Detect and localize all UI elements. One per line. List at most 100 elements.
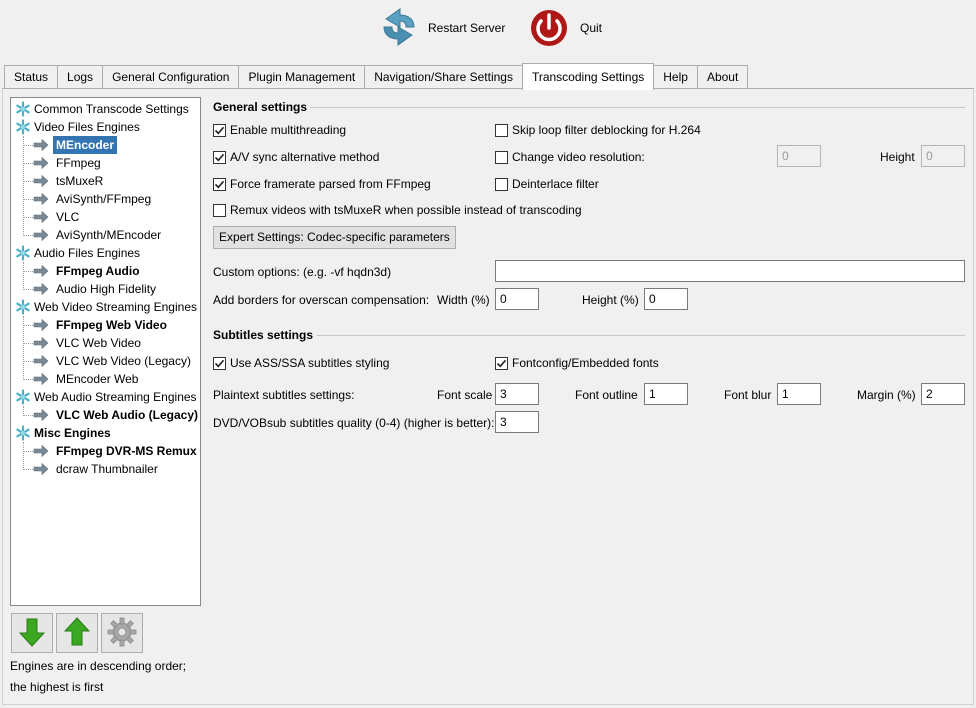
gear-icon <box>107 617 137 650</box>
tree-engine-item[interactable]: tsMuxeR <box>11 172 200 190</box>
checkmark-icon <box>214 180 225 188</box>
engine-settings-button[interactable] <box>101 613 143 653</box>
tab-status[interactable]: Status <box>4 65 59 89</box>
arrow-right-icon <box>33 335 49 351</box>
tree-engine-item[interactable]: AviSynth/MEncoder <box>11 226 200 244</box>
checkbox-label: A/V sync alternative method <box>230 150 380 164</box>
engine-tree[interactable]: Common Transcode Settings Video Files Eng… <box>10 97 201 606</box>
arrow-right-icon <box>33 263 49 279</box>
subtitles-settings-title: Subtitles settings <box>213 328 314 342</box>
checkbox-box[interactable] <box>495 356 508 370</box>
font-scale-field[interactable]: 3 <box>495 383 539 405</box>
font-blur-field[interactable]: 1 <box>777 383 821 405</box>
tab-about[interactable]: About <box>696 65 749 89</box>
arrow-right-icon <box>33 371 49 387</box>
tree-engine-item[interactable]: FFmpeg Web Video <box>11 316 200 334</box>
overscan-width-field[interactable]: 0 <box>495 288 539 310</box>
tree-engine-item[interactable]: VLC Web Video (Legacy) <box>11 352 200 370</box>
tree-category[interactable]: Web Video Streaming Engines <box>11 298 200 316</box>
checkbox-box[interactable] <box>213 123 226 137</box>
resolution-width-field[interactable]: 0 <box>777 145 821 167</box>
arrow-right-icon <box>33 173 49 189</box>
tree-category[interactable]: Common Transcode Settings <box>11 100 200 118</box>
quit-button[interactable]: Quit <box>528 4 602 52</box>
tree-item-label: Misc Engines <box>34 426 111 440</box>
tab-logs[interactable]: Logs <box>57 65 104 89</box>
force-framerate-checkbox[interactable]: Force framerate parsed from FFmpeg <box>213 177 431 191</box>
power-icon <box>528 6 570 51</box>
fontconfig-checkbox[interactable]: Fontconfig/Embedded fonts <box>495 356 659 370</box>
tree-item-label: dcraw Thumbnailer <box>56 462 158 476</box>
tree-item-label: VLC <box>56 210 80 224</box>
dvd-quality-field[interactable]: 3 <box>495 411 539 433</box>
font-outline-field[interactable]: 1 <box>644 383 688 405</box>
font-scale-label: Font scale <box>437 388 493 402</box>
overscan-height-label: Height (%) <box>582 293 639 307</box>
tab-transcoding-settings[interactable]: Transcoding Settings <box>521 63 655 90</box>
change-resolution-checkbox[interactable]: Change video resolution: <box>495 150 645 164</box>
enable-multithreading-checkbox[interactable]: Enable multithreading <box>213 123 346 137</box>
tree-engine-item[interactable]: MEncoder Web <box>11 370 200 388</box>
tree-category[interactable]: Web Audio Streaming Engines <box>11 388 200 406</box>
tree-item-label: AviSynth/FFmpeg <box>56 192 152 206</box>
dvd-quality-label: DVD/VOBsub subtitles quality (0-4) (high… <box>213 416 495 430</box>
tree-engine-item[interactable]: AviSynth/FFmpeg <box>11 190 200 208</box>
tree-engine-item[interactable]: Audio High Fidelity <box>11 280 200 298</box>
tree-engine-item[interactable]: MEncoder <box>11 136 200 154</box>
tree-engine-item[interactable]: VLC Web Audio (Legacy) <box>11 406 200 424</box>
checkmark-icon <box>214 153 225 161</box>
checkbox-label: Fontconfig/Embedded fonts <box>512 356 659 370</box>
checkbox-box[interactable] <box>213 203 226 217</box>
tree-category[interactable]: Misc Engines <box>11 424 200 442</box>
snowflake-icon <box>15 389 31 405</box>
ass-ssa-styling-checkbox[interactable]: Use ASS/SSA subtitles styling <box>213 356 389 370</box>
deinterlace-checkbox[interactable]: Deinterlace filter <box>495 177 599 191</box>
tree-item-label: AviSynth/MEncoder <box>56 228 162 242</box>
margin-field[interactable]: 2 <box>921 383 965 405</box>
restart-server-button[interactable]: Restart Server <box>380 4 505 52</box>
tree-item-label: FFmpeg Web Video <box>56 318 167 332</box>
checkbox-box[interactable] <box>495 177 508 191</box>
main-toolbar: Restart Server Quit <box>0 0 976 58</box>
tab-help[interactable]: Help <box>653 65 698 89</box>
checkmark-icon <box>214 359 225 367</box>
snowflake-icon <box>15 245 31 261</box>
checkbox-box[interactable] <box>213 150 226 164</box>
tab-plugin-management[interactable]: Plugin Management <box>238 65 366 89</box>
overscan-height-field[interactable]: 0 <box>644 288 688 310</box>
custom-options-label: Custom options: (e.g. -vf hqdn3d) <box>213 265 392 279</box>
resolution-height-field[interactable]: 0 <box>921 145 965 167</box>
av-sync-checkbox[interactable]: A/V sync alternative method <box>213 150 379 164</box>
move-up-button[interactable] <box>56 613 98 653</box>
checkbox-box[interactable] <box>213 356 226 370</box>
arrow-right-icon <box>33 461 49 477</box>
tab-general-configuration[interactable]: General Configuration <box>102 65 240 89</box>
tree-engine-item[interactable]: dcraw Thumbnailer <box>11 460 200 478</box>
arrow-up-icon <box>63 616 91 650</box>
checkbox-box[interactable] <box>495 123 508 137</box>
expert-settings-button[interactable]: Expert Settings: Codec-specific paramete… <box>213 226 456 249</box>
tree-engine-item[interactable]: VLC Web Video <box>11 334 200 352</box>
refresh-arrows-icon <box>380 5 418 52</box>
arrow-right-icon <box>33 407 49 423</box>
snowflake-icon <box>15 101 31 117</box>
checkbox-label: Change video resolution: <box>512 150 645 164</box>
tree-engine-item[interactable]: FFmpeg <box>11 154 200 172</box>
tree-item-label: Web Audio Streaming Engines <box>34 390 197 404</box>
tab-navigation-share-settings[interactable]: Navigation/Share Settings <box>364 65 523 89</box>
checkmark-icon <box>496 359 507 367</box>
tree-engine-item[interactable]: FFmpeg DVR-MS Remux <box>11 442 200 460</box>
remux-tsmuxer-checkbox[interactable]: Remux videos with tsMuxeR when possible … <box>213 203 582 217</box>
tree-category[interactable]: Audio Files Engines <box>11 244 200 262</box>
checkbox-box[interactable] <box>213 177 226 191</box>
tree-item-label: FFmpeg DVR-MS Remux <box>56 444 197 458</box>
tree-category[interactable]: Video Files Engines <box>11 118 200 136</box>
checkbox-box[interactable] <box>495 150 508 164</box>
move-down-button[interactable] <box>11 613 53 653</box>
custom-options-field[interactable] <box>495 260 965 282</box>
skip-loop-filter-checkbox[interactable]: Skip loop filter deblocking for H.264 <box>495 123 701 137</box>
tree-engine-item[interactable]: FFmpeg Audio <box>11 262 200 280</box>
tree-item-label: Video Files Engines <box>34 120 140 134</box>
overscan-width-label: Width (%) <box>437 293 490 307</box>
tree-engine-item[interactable]: VLC <box>11 208 200 226</box>
